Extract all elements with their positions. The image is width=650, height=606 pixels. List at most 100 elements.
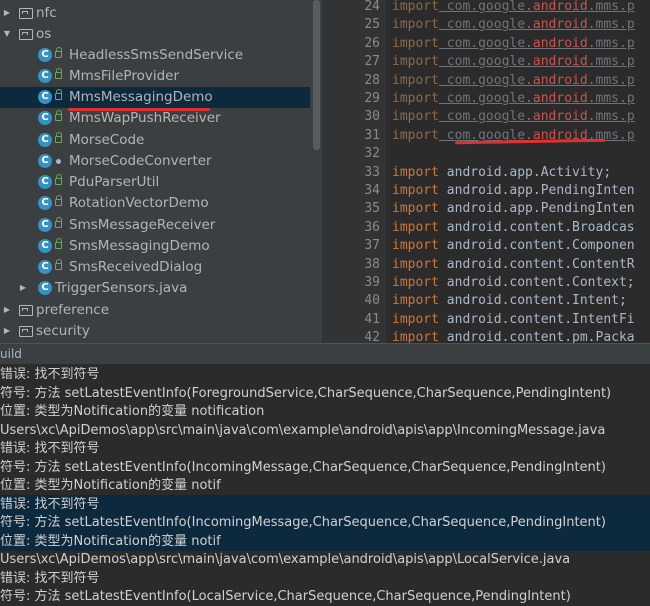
code-line[interactable]: import android.app.PendingInten bbox=[392, 200, 635, 218]
build-message-row[interactable]: Users\xc\ApiDemos\app\src\main\java\com\… bbox=[0, 550, 650, 569]
tree-item-preference[interactable]: ▶ preference bbox=[0, 300, 310, 321]
class-icon: C bbox=[38, 48, 52, 62]
expand-arrow-icon[interactable]: ▶ bbox=[2, 8, 12, 18]
build-panel-title: uild bbox=[0, 347, 22, 361]
scrollbar-thumb[interactable] bbox=[313, 0, 320, 150]
tree-item-label: os bbox=[36, 26, 52, 42]
class-icon: C bbox=[38, 281, 52, 295]
build-message-row[interactable]: Users\xc\ApiDemos\app\src\main\java\com\… bbox=[0, 421, 650, 440]
lock-icon bbox=[55, 110, 62, 121]
code-line[interactable]: import com.google.android.mms.p bbox=[392, 72, 635, 90]
code-line[interactable]: import android.content.IntentFi bbox=[392, 311, 635, 329]
tree-item-class[interactable]: C SmsMessagingDemo bbox=[0, 236, 310, 257]
tree-item-label: SmsMessagingDemo bbox=[69, 238, 210, 254]
lock-icon bbox=[55, 238, 62, 249]
tree-item-class[interactable]: C MorseCode bbox=[0, 130, 310, 151]
lock-icon bbox=[55, 68, 62, 79]
line-number: 26 bbox=[364, 35, 380, 51]
line-number: 41 bbox=[364, 311, 380, 327]
build-message-row[interactable]: 符号: 方法 setLatestEventInfo(IncomingMessag… bbox=[0, 458, 650, 477]
line-number: 24 bbox=[364, 0, 380, 14]
expand-arrow-icon[interactable]: ▶ bbox=[2, 305, 12, 315]
code-line[interactable]: import android.content.pm.Packa bbox=[392, 329, 635, 343]
line-number: 35 bbox=[364, 201, 380, 217]
class-icon: C bbox=[38, 175, 52, 189]
tree-item-os[interactable]: ▼ os bbox=[0, 24, 310, 45]
code-line[interactable]: import android.content.ContentR bbox=[392, 256, 635, 274]
tree-item-label: SmsReceivedDialog bbox=[69, 259, 203, 275]
lock-icon bbox=[55, 174, 62, 185]
collapse-arrow-icon[interactable]: ▼ bbox=[2, 29, 12, 39]
class-icon: C bbox=[38, 260, 52, 274]
line-number: 36 bbox=[364, 219, 380, 235]
code-line[interactable]: import com.google.android.mms.p bbox=[392, 16, 635, 34]
lock-icon bbox=[55, 195, 62, 206]
class-icon: C bbox=[38, 111, 52, 125]
tree-item-label: HeadlessSmsSendService bbox=[69, 47, 244, 63]
tree-item-label: nfc bbox=[36, 5, 57, 21]
lock-icon bbox=[55, 132, 62, 143]
tree-item-class[interactable]: C MmsFileProvider bbox=[0, 66, 310, 87]
tree-item-label: MorseCode bbox=[69, 132, 145, 148]
lock-icon bbox=[55, 89, 62, 100]
line-number: 33 bbox=[364, 164, 380, 180]
tree-item-label: SmsMessageReceiver bbox=[69, 217, 216, 233]
lock-icon bbox=[55, 217, 62, 228]
tree-item-class[interactable]: C SmsMessageReceiver bbox=[0, 215, 310, 236]
code-line[interactable]: import com.google.android.mms.p bbox=[392, 53, 635, 71]
code-line[interactable]: import com.google.android.mms.p bbox=[392, 0, 635, 16]
tree-item-class[interactable]: C HeadlessSmsSendService bbox=[0, 45, 310, 66]
build-message-row[interactable]: 错误: 找不到符号 bbox=[0, 569, 650, 588]
code-editor[interactable]: 24 import com.google.android.mms.p 25 impor… bbox=[322, 0, 650, 343]
build-message-row[interactable]: 位置: 类型为Notification的变量 notification bbox=[0, 402, 650, 421]
line-number: 34 bbox=[364, 183, 380, 198]
tree-item-class[interactable]: C SmsReceivedDialog bbox=[0, 257, 310, 278]
code-line[interactable]: import android.content.Broadcas bbox=[392, 219, 635, 237]
tree-item-class-selected[interactable]: C MmsMessagingDemo bbox=[0, 87, 310, 108]
build-message-row[interactable]: 符号: 方法 setLatestEventInfo(IncomingMessag… bbox=[0, 513, 650, 532]
tree-item-label: MmsFileProvider bbox=[69, 68, 180, 84]
code-line[interactable]: import com.google.android.mms.p bbox=[392, 90, 635, 108]
code-line[interactable]: import com.google.android.mms.p bbox=[392, 108, 635, 126]
expand-arrow-icon[interactable]: ▶ bbox=[18, 283, 28, 293]
tree-item-class[interactable]: C MmsWapPushReceiver bbox=[0, 108, 310, 129]
expand-arrow-icon[interactable]: ▶ bbox=[2, 326, 12, 336]
tree-scrollbar[interactable] bbox=[310, 0, 322, 343]
tree-item-class[interactable]: C RotationVectorDemo bbox=[0, 193, 310, 214]
lock-icon bbox=[55, 47, 62, 58]
folder-icon bbox=[19, 326, 33, 337]
class-icon: C bbox=[38, 69, 52, 83]
build-panel: uild 错误: 找不到符号 符号: 方法 setLatestEventInfo(… bbox=[0, 343, 650, 604]
build-message-row[interactable]: 位置: 类型为Notification的变量 notif bbox=[0, 531, 650, 551]
code-line[interactable]: import android.app.Activity; bbox=[392, 164, 611, 182]
tree-item-class[interactable]: C PduParserUtil bbox=[0, 172, 310, 193]
code-line[interactable]: import android.content.Componen bbox=[392, 237, 635, 255]
build-message-row[interactable]: 符号: 方法 setLatestEventInfo(ForegroundServ… bbox=[0, 384, 650, 403]
tree-item-label: MmsWapPushReceiver bbox=[69, 110, 221, 126]
tree-item-class[interactable]: C MorseCodeConverter bbox=[0, 151, 310, 172]
tree-item-label: security bbox=[36, 323, 90, 339]
folder-icon bbox=[19, 8, 33, 19]
tree-item-nfc[interactable]: ▶ nfc bbox=[0, 3, 310, 24]
build-message-row[interactable]: 错误: 找不到符号 bbox=[0, 365, 650, 384]
code-line[interactable]: import android.content.Intent; bbox=[392, 292, 627, 310]
code-line[interactable]: import com.google.android.mms.p bbox=[392, 35, 635, 53]
line-number: 38 bbox=[364, 256, 380, 272]
tree-item-label: preference bbox=[36, 302, 110, 318]
build-message-row[interactable]: 符号: 方法 setLatestEventInfo(LocalService,C… bbox=[0, 587, 650, 606]
tree-item-label: RotationVectorDemo bbox=[69, 195, 209, 211]
line-number: 29 bbox=[364, 91, 380, 106]
tree-item-security[interactable]: ▶ security bbox=[0, 321, 310, 342]
package-private-icon bbox=[56, 159, 61, 164]
line-number: 31 bbox=[364, 127, 380, 143]
build-message-row[interactable]: 错误: 找不到符号 bbox=[0, 494, 650, 514]
line-number: 37 bbox=[364, 238, 380, 254]
tree-item-java-file[interactable]: ▶ C TriggerSensors.java bbox=[0, 278, 310, 299]
tree-item-label: TriggerSensors.java bbox=[55, 280, 188, 296]
class-icon: C bbox=[38, 218, 52, 232]
build-message-row[interactable]: 位置: 类型为Notification的变量 notif bbox=[0, 476, 650, 495]
build-message-row[interactable]: 错误: 找不到符号 bbox=[0, 439, 650, 458]
code-line[interactable]: import android.app.PendingInten bbox=[392, 182, 635, 200]
code-line[interactable]: import android.content.Context; bbox=[392, 274, 635, 292]
class-icon: C bbox=[38, 239, 52, 253]
